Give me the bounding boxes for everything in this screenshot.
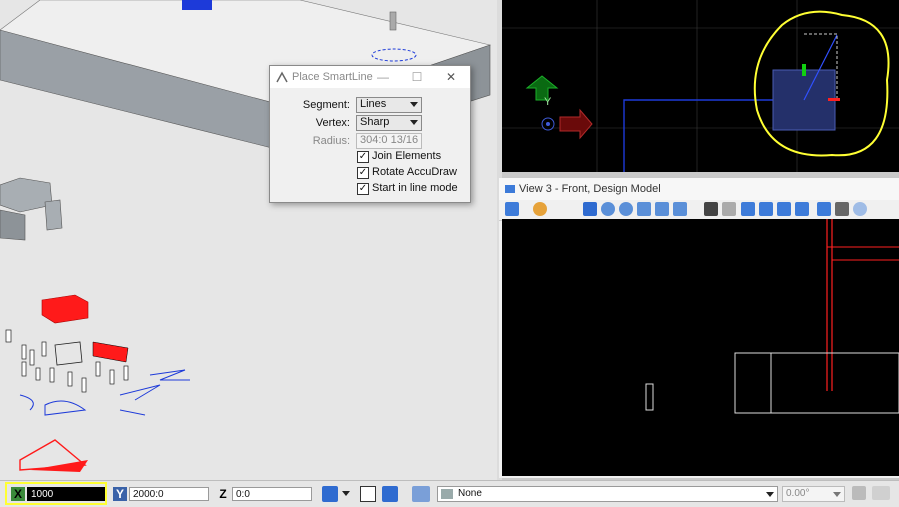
vertex-label: Vertex: xyxy=(315,117,350,129)
red-sign xyxy=(92,341,129,363)
walk-icon[interactable] xyxy=(704,202,718,216)
pole xyxy=(389,11,397,31)
segment-dropdown[interactable]: Lines xyxy=(356,97,422,113)
settings-icon[interactable] xyxy=(872,486,890,500)
z-input[interactable]: 0:0 xyxy=(232,487,312,501)
start-in-line-mode-checkbox[interactable]: ✓ xyxy=(357,183,369,195)
chevron-down-icon xyxy=(410,102,418,107)
cube-view-icon[interactable] xyxy=(322,486,338,502)
red-wedge xyxy=(30,460,88,472)
lock-icon[interactable] xyxy=(852,486,866,500)
red-tick xyxy=(828,98,840,101)
block-3 xyxy=(44,199,63,231)
rotate-accudraw-checkbox[interactable]: ✓ xyxy=(357,167,369,179)
radius-label: Radius: xyxy=(312,135,350,147)
join-elements-label: Join Elements xyxy=(372,150,442,162)
camera-icon[interactable] xyxy=(853,202,867,216)
vertex-dropdown[interactable]: Sharp xyxy=(356,115,422,131)
accudraw-y-arrow xyxy=(525,75,559,101)
block-2 xyxy=(0,209,26,241)
chevron-down-icon xyxy=(410,120,418,125)
dialog-titlebar[interactable]: Place SmartLine — ☐ ✕ xyxy=(270,66,470,88)
level-icon xyxy=(441,489,453,499)
view-3-drawing xyxy=(645,219,899,414)
view-3-title: View 3 - Front, Design Model xyxy=(519,183,661,195)
angle-field[interactable]: 0.00° xyxy=(782,486,845,502)
smartline-tool-icon xyxy=(276,71,288,83)
view-attributes-icon[interactable] xyxy=(505,202,519,216)
accudraw-statusbar: X 1000 Y 2000:0 Z 0:0 None 0.00° xyxy=(0,480,899,507)
segment-value: Lines xyxy=(360,98,387,110)
segment-label: Segment: xyxy=(302,99,350,111)
y-input[interactable]: 2000:0 xyxy=(129,487,209,501)
chevron-down-icon[interactable] xyxy=(342,491,350,496)
angle-value: 0.00° xyxy=(786,488,810,499)
join-elements-checkbox[interactable]: ✓ xyxy=(357,151,369,163)
level-manager-icon[interactable] xyxy=(412,486,430,502)
view-3-window[interactable]: View 3 - Front, Design Model xyxy=(499,178,899,478)
copy-view-icon[interactable] xyxy=(759,202,773,216)
rotate-accudraw-label: Rotate AccuDraw xyxy=(372,166,457,178)
place-smartline-dialog[interactable]: Place SmartLine — ☐ ✕ Segment: Lines Ver… xyxy=(269,65,471,203)
top-view-drawing xyxy=(502,0,899,172)
slab-marker xyxy=(182,0,212,10)
clip-mask-icon[interactable] xyxy=(835,202,849,216)
view-next-icon[interactable] xyxy=(741,202,755,216)
vertex-value: Sharp xyxy=(360,116,390,128)
chevron-down-icon xyxy=(766,492,774,497)
sheet-icon[interactable] xyxy=(360,486,376,502)
view-3-toolbar xyxy=(499,200,899,221)
fit-view-icon[interactable] xyxy=(655,202,669,216)
level-dropdown[interactable]: None xyxy=(437,486,778,502)
view-icon xyxy=(505,185,515,193)
red-box xyxy=(41,294,89,324)
zoom-out-icon[interactable] xyxy=(619,202,633,216)
rotate-view-icon[interactable] xyxy=(673,202,687,216)
x-input[interactable]: 1000 xyxy=(27,487,105,501)
z-badge: Z xyxy=(219,487,227,501)
update-view-icon[interactable] xyxy=(583,202,597,216)
radius-field[interactable]: 304:0 13/16 xyxy=(356,133,422,149)
post-cluster xyxy=(5,329,129,393)
clip-volume-icon[interactable] xyxy=(817,202,831,216)
view-3-canvas[interactable] xyxy=(502,219,899,476)
window-area-icon[interactable] xyxy=(637,202,651,216)
accudraw-y-label: Y xyxy=(544,96,552,108)
accudraw-x-arrow xyxy=(559,108,593,140)
minimize-icon[interactable]: — xyxy=(376,70,390,84)
y-badge: Y xyxy=(113,487,127,501)
top-right-view[interactable]: Y xyxy=(502,0,899,172)
maximize-icon[interactable]: ☐ xyxy=(410,70,424,84)
swap-view-icon[interactable] xyxy=(777,202,791,216)
view-previous-icon[interactable] xyxy=(722,202,736,216)
frame xyxy=(54,341,83,366)
close-icon[interactable]: ✕ xyxy=(444,70,458,84)
cube-icon[interactable] xyxy=(382,486,398,502)
dialog-title: Place SmartLine xyxy=(292,71,373,83)
x-badge: X xyxy=(11,487,25,501)
view-3-titlebar[interactable]: View 3 - Front, Design Model xyxy=(499,178,899,200)
display-style-icon[interactable] xyxy=(533,202,547,216)
blue-path xyxy=(623,99,792,172)
zoom-in-icon[interactable] xyxy=(601,202,615,216)
blue-sketches xyxy=(19,369,190,416)
green-tick xyxy=(802,64,806,76)
view-rotation-icon[interactable] xyxy=(795,202,809,216)
start-in-line-mode-label: Start in line mode xyxy=(372,182,458,194)
block-1 xyxy=(0,177,53,213)
radius-value: 304:0 13/16 xyxy=(360,134,419,146)
level-value: None xyxy=(458,488,482,499)
chevron-down-icon xyxy=(833,492,841,497)
